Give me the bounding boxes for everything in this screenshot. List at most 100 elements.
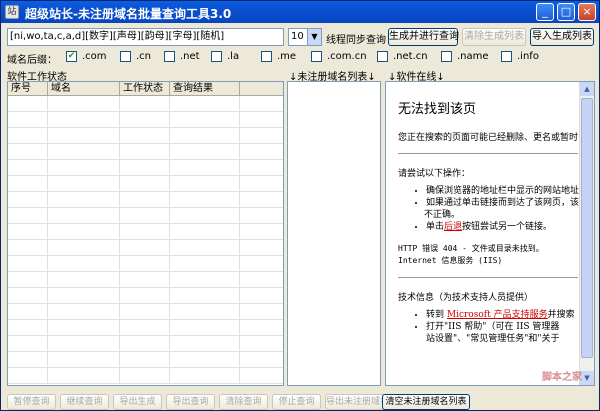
bottom-action-button[interactable]: 导出未注册域名 <box>325 394 389 410</box>
table-cell <box>48 208 120 223</box>
scrollbar[interactable]: ▲ ▼ <box>579 82 594 385</box>
suffix-checkbox[interactable] <box>501 51 512 62</box>
table-cell <box>120 320 170 335</box>
table-row[interactable] <box>8 288 283 304</box>
table-cell <box>120 176 170 191</box>
table-cell <box>170 240 240 255</box>
table-row[interactable] <box>8 304 283 320</box>
maximize-button[interactable]: □ <box>557 3 575 21</box>
table-cell <box>48 320 120 335</box>
table-cell <box>48 144 120 159</box>
table-cell <box>48 336 120 351</box>
bottom-action-button[interactable]: 导出生成 <box>113 394 162 410</box>
bottom-action-button[interactable]: 清除查询 <box>219 394 268 410</box>
bottom-action-button[interactable]: 暂停查询 <box>7 394 56 410</box>
clear-list-button[interactable]: 清除生成列表 <box>462 28 526 46</box>
unregistered-domain-list[interactable] <box>287 81 381 386</box>
table-cell <box>48 256 120 271</box>
scroll-down-icon[interactable]: ▼ <box>580 371 594 385</box>
table-row[interactable] <box>8 192 283 208</box>
table-cell <box>8 96 48 111</box>
table-cell <box>170 288 240 303</box>
list-item-continuation: 站设置"、"常见管理任务"和"关于 <box>426 334 560 344</box>
suffix-checkbox[interactable] <box>164 51 175 62</box>
table-row[interactable] <box>8 256 283 272</box>
bottom-action-button[interactable]: 导出查询 <box>166 394 215 410</box>
table-cell <box>8 272 48 287</box>
http-error-line: HTTP 错误 404 - 文件或目录未找到。 <box>398 244 544 253</box>
suffix-checkbox[interactable] <box>211 51 222 62</box>
table-cell <box>120 336 170 351</box>
chevron-down-icon[interactable]: ▼ <box>307 29 321 45</box>
table-cell <box>48 272 120 287</box>
table-cell <box>120 304 170 319</box>
table-cell <box>120 112 170 127</box>
table-cell <box>170 176 240 191</box>
list-item: 转到 Microsoft 产品支持服务并搜索 <box>426 309 578 321</box>
table-row[interactable] <box>8 208 283 224</box>
clear-unregistered-button[interactable]: 清空未注册域名列表 <box>382 394 470 410</box>
table-row[interactable] <box>8 224 283 240</box>
online-browser[interactable]: 无法找到该页 您正在搜索的页面可能已经删除、更名或暂时 请尝试以下操作： 确保浏… <box>385 81 595 386</box>
table-cell <box>170 320 240 335</box>
thread-count-select[interactable]: 10 ▼ <box>288 28 322 46</box>
generate-query-button[interactable]: 生成并进行查询 <box>388 28 459 46</box>
list-item: 打开"IIS 帮助"（可在 IIS 管理器 <box>426 321 578 333</box>
status-table[interactable]: 序号 域名 工作状态 查询结果 <box>7 81 284 386</box>
suffix-checkbox[interactable]: ✔ <box>66 51 77 62</box>
close-button[interactable]: × <box>578 3 596 21</box>
column-header[interactable]: 域名 <box>48 82 120 95</box>
table-row[interactable] <box>8 320 283 336</box>
suffix-label-item: .cn <box>136 51 152 62</box>
table-row[interactable] <box>8 272 283 288</box>
table-cell <box>48 160 120 175</box>
table-row[interactable] <box>8 352 283 368</box>
bottom-action-button[interactable]: 停止查询 <box>272 394 321 410</box>
table-row[interactable] <box>8 240 283 256</box>
minimize-button[interactable]: _ <box>536 3 554 21</box>
client-area: [ni,wo,ta,c,a,d][数字][声母][韵母][字母][随机] 10 … <box>4 25 596 410</box>
table-cell <box>8 336 48 351</box>
table-cell <box>120 160 170 175</box>
column-header[interactable]: 查询结果 <box>170 82 240 95</box>
suffix-checkbox[interactable] <box>377 51 388 62</box>
list-item-continuation: 不正确。 <box>424 210 461 220</box>
table-row[interactable] <box>8 112 283 128</box>
table-cell <box>8 352 48 367</box>
back-link[interactable]: 后退 <box>444 222 462 232</box>
suffix-checkbox[interactable] <box>311 51 322 62</box>
divider <box>398 153 578 154</box>
scroll-up-icon[interactable]: ▲ <box>580 82 594 96</box>
scroll-thumb[interactable] <box>581 98 593 358</box>
table-cell <box>48 288 120 303</box>
table-row[interactable] <box>8 96 283 112</box>
suffix-label-item: .com.cn <box>327 51 367 62</box>
ms-support-link[interactable]: Microsoft 产品支持服务 <box>447 310 548 320</box>
thread-label: 线程同步查询 <box>326 35 386 46</box>
table-cell <box>170 304 240 319</box>
suffix-checkbox[interactable] <box>120 51 131 62</box>
table-row[interactable] <box>8 144 283 160</box>
table-row[interactable] <box>8 160 283 176</box>
column-header[interactable]: 工作状态 <box>120 82 170 95</box>
pattern-input[interactable]: [ni,wo,ta,c,a,d][数字][声母][韵母][字母][随机] <box>7 28 284 46</box>
table-cell <box>120 224 170 239</box>
column-header[interactable]: 序号 <box>8 82 48 95</box>
bottom-action-button[interactable]: 继续查询 <box>60 394 109 410</box>
suffix-checkbox[interactable] <box>261 51 272 62</box>
table-row[interactable] <box>8 368 283 384</box>
title-bar[interactable]: 站 超级站长-未注册域名批量查询工具3.0 _ □ × <box>1 1 599 23</box>
table-row[interactable] <box>8 128 283 144</box>
table-cell <box>8 288 48 303</box>
thread-count-value: 10 <box>291 31 304 42</box>
table-cell <box>8 208 48 223</box>
table-row[interactable] <box>8 176 283 192</box>
import-list-button[interactable]: 导入生成列表 <box>530 28 594 46</box>
table-cell <box>8 224 48 239</box>
table-row[interactable] <box>8 336 283 352</box>
table-cell <box>48 128 120 143</box>
table-cell <box>8 112 48 127</box>
suffix-checkbox[interactable] <box>441 51 452 62</box>
table-cell <box>120 288 170 303</box>
table-body <box>8 96 283 384</box>
